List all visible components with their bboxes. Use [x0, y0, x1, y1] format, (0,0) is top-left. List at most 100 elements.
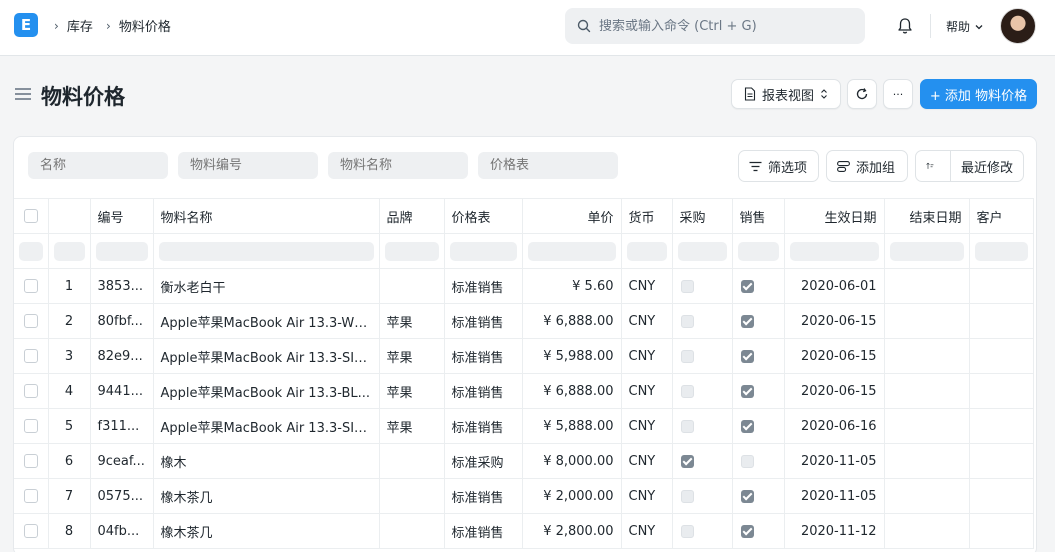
column-filter[interactable] — [969, 233, 1034, 269]
row-select-cell[interactable] — [14, 268, 49, 304]
column-filter[interactable] — [48, 233, 91, 269]
cell-price-list: 标准销售 — [444, 408, 523, 444]
cell-id[interactable]: 9ceaf... — [90, 443, 154, 479]
column-header[interactable]: 单价 — [522, 198, 622, 234]
column-filter[interactable] — [522, 233, 622, 269]
column-filter[interactable] — [672, 233, 733, 269]
filter-item-code-input[interactable] — [178, 152, 318, 179]
help-dropdown[interactable]: 帮助 — [946, 18, 984, 35]
table-row[interactable]: 4 9441... Apple苹果MacBook Air 13.3-BL... 苹果标… — [14, 373, 1034, 409]
row-checkbox[interactable] — [23, 489, 38, 503]
group-by-button[interactable]: 添加组 — [826, 150, 908, 182]
cell-item-name[interactable]: 橡木茶几 — [153, 513, 380, 549]
row-checkbox[interactable] — [23, 384, 38, 398]
cell-item-name[interactable]: Apple苹果MacBook Air 13.3-BL... — [153, 373, 380, 409]
filter-name-input[interactable] — [28, 152, 168, 179]
table-row[interactable]: 1 3853... 衡水老白干 标准销售 ¥ 5.60 CNY 2020-06-01 — [14, 268, 1034, 304]
row-checkbox[interactable] — [23, 454, 38, 468]
table-row[interactable]: 5 f311... Apple苹果MacBook Air 13.3-SIL... 苹果… — [14, 408, 1034, 444]
row-select-cell[interactable] — [14, 443, 49, 479]
cell-id[interactable]: 82e9... — [90, 338, 154, 374]
table-row[interactable]: 8 04fb... 橡木茶几 标准销售 ¥ 2,800.00 CNY 2020-11-12 — [14, 513, 1034, 549]
table-row[interactable]: 6 9ceaf... 橡木 标准采购 ¥ 8,000.00 CNY 2020-11-05 — [14, 443, 1034, 479]
cell-selling — [732, 303, 785, 339]
column-header[interactable]: 品牌 — [379, 198, 445, 234]
filter-button[interactable]: 筛选项 — [738, 150, 819, 182]
row-select-cell[interactable] — [14, 513, 49, 549]
cell-item-name[interactable]: Apple苹果MacBook Air 13.3-SIL... — [153, 338, 380, 374]
user-avatar[interactable] — [1000, 8, 1036, 44]
report-view-button[interactable]: 报表视图 — [731, 79, 841, 109]
row-select-cell[interactable] — [14, 478, 49, 514]
breadcrumb-label[interactable]: 库存 — [67, 16, 93, 35]
column-header[interactable]: 编号 — [90, 198, 154, 234]
cell-id[interactable]: f311... — [90, 408, 154, 444]
filter-price-list-input[interactable] — [478, 152, 618, 179]
chevron-updown-icon — [821, 89, 827, 99]
file-icon — [744, 87, 756, 101]
cell-item-name[interactable]: 橡木 — [153, 443, 380, 479]
row-checkbox[interactable] — [23, 419, 38, 433]
breadcrumb-item-item-price[interactable]: › 物料价格 — [106, 16, 171, 36]
refresh-button[interactable] — [847, 79, 877, 109]
column-header[interactable]: 客户 — [969, 198, 1034, 234]
cell-selling — [732, 373, 785, 409]
column-filter[interactable] — [379, 233, 445, 269]
table-row[interactable]: 7 0575... 橡木茶几 标准销售 ¥ 2,000.00 CNY 2020-11-05 — [14, 478, 1034, 514]
cell-id[interactable]: 04fb... — [90, 513, 154, 549]
sidebar-toggle-icon[interactable] — [15, 87, 31, 101]
breadcrumb-item-stock[interactable]: › 库存 — [54, 16, 93, 36]
cell-item-name[interactable]: 衡水老白干 — [153, 268, 380, 304]
table-row[interactable]: 2 80fbf... Apple苹果MacBook Air 13.3-WH... 苹果… — [14, 303, 1034, 339]
column-filter[interactable] — [732, 233, 785, 269]
cell-selling — [732, 338, 785, 374]
column-header[interactable]: 生效日期 — [784, 198, 885, 234]
cell-id[interactable]: 80fbf... — [90, 303, 154, 339]
cell-customer — [969, 408, 1034, 444]
search-input[interactable] — [599, 18, 849, 34]
row-select-cell[interactable] — [14, 303, 49, 339]
cell-brand — [379, 478, 445, 514]
column-filter[interactable] — [444, 233, 523, 269]
bell-icon[interactable] — [895, 16, 915, 36]
column-header[interactable]: 结束日期 — [884, 198, 970, 234]
filter-item-name-input[interactable] — [328, 152, 468, 179]
column-header[interactable]: 货币 — [621, 198, 673, 234]
column-filter[interactable] — [153, 233, 380, 269]
cell-id[interactable]: 0575... — [90, 478, 154, 514]
column-header[interactable]: 价格表 — [444, 198, 523, 234]
column-header[interactable]: 销售 — [732, 198, 785, 234]
breadcrumb-label[interactable]: 物料价格 — [119, 16, 171, 35]
select-all-checkbox[interactable] — [23, 209, 38, 223]
column-header[interactable]: 物料名称 — [153, 198, 380, 234]
row-checkbox[interactable] — [23, 349, 38, 363]
cell-item-name[interactable]: 橡木茶几 — [153, 478, 380, 514]
cell-item-name[interactable]: Apple苹果MacBook Air 13.3-WH... — [153, 303, 380, 339]
cell-id[interactable]: 3853... — [90, 268, 154, 304]
select-all-cell[interactable] — [14, 198, 49, 234]
column-filter[interactable] — [621, 233, 673, 269]
column-filter[interactable] — [90, 233, 154, 269]
sort-field-button[interactable]: 最近修改 — [950, 150, 1024, 182]
more-actions-button[interactable]: ··· — [883, 79, 913, 109]
row-index: 8 — [48, 513, 91, 549]
row-select-cell[interactable] — [14, 408, 49, 444]
row-checkbox[interactable] — [23, 524, 38, 538]
add-item-price-button[interactable]: + 添加 物料价格 — [920, 79, 1037, 109]
buying-check-indicator — [680, 279, 694, 293]
column-header[interactable]: 采购 — [672, 198, 733, 234]
cell-id[interactable]: 9441... — [90, 373, 154, 409]
app-logo[interactable]: E — [14, 13, 38, 37]
awesomebar-search[interactable] — [565, 8, 865, 44]
row-select-cell[interactable] — [14, 338, 49, 374]
column-filter[interactable] — [784, 233, 885, 269]
cell-item-name[interactable]: Apple苹果MacBook Air 13.3-SIL... — [153, 408, 380, 444]
row-select-cell[interactable] — [14, 373, 49, 409]
sort-order-button[interactable] — [915, 150, 951, 182]
row-checkbox[interactable] — [23, 279, 38, 293]
row-checkbox[interactable] — [23, 314, 38, 328]
column-filter[interactable] — [14, 233, 49, 269]
column-filter[interactable] — [884, 233, 970, 269]
table-row[interactable]: 3 82e9... Apple苹果MacBook Air 13.3-SIL... 苹果… — [14, 338, 1034, 374]
cell-valid-from: 2020-06-16 — [784, 408, 885, 444]
